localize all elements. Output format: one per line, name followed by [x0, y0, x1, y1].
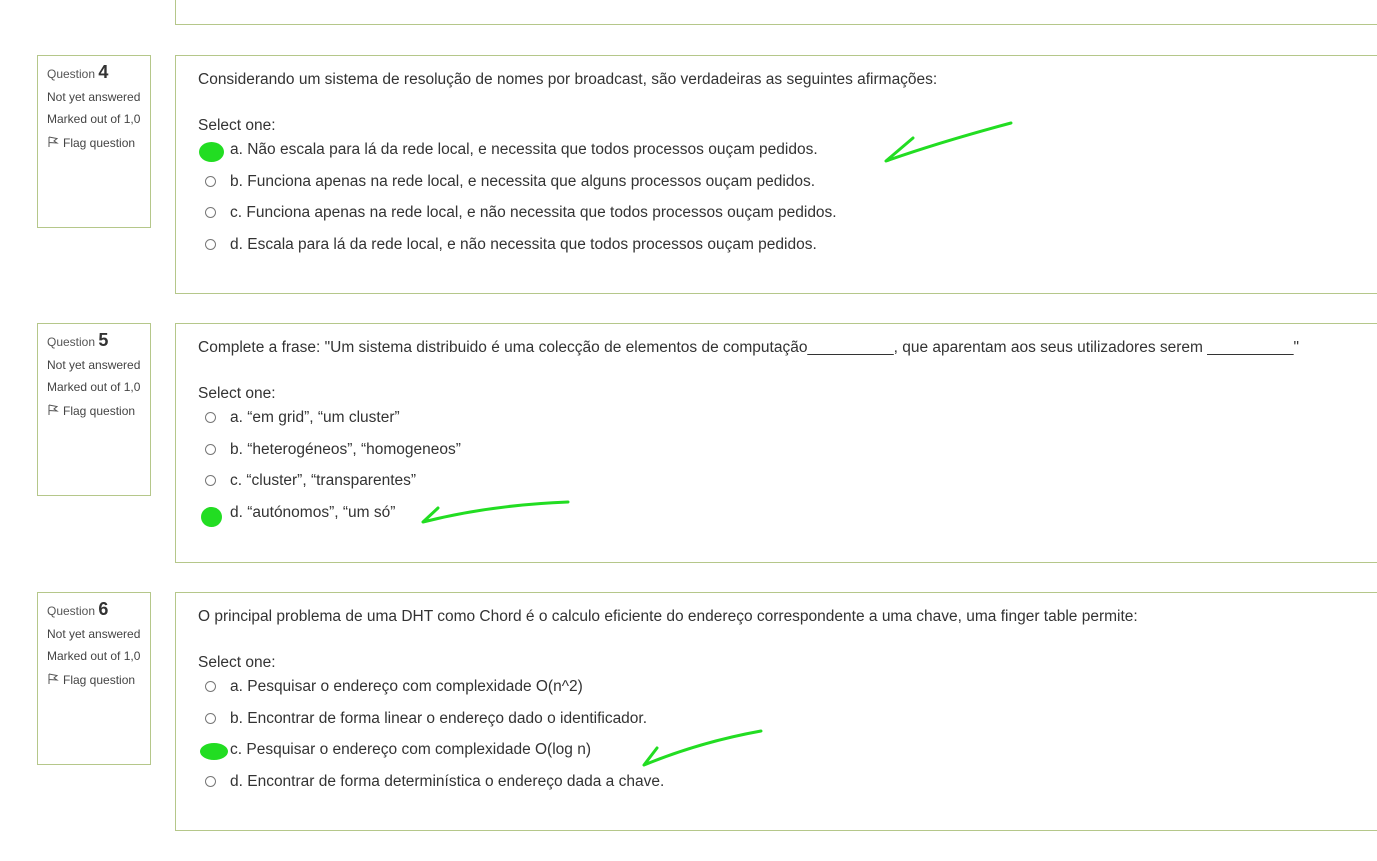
question-state: Not yet answered [47, 627, 141, 641]
answer-text: b. “heterogéneos”, “homogeneos” [230, 440, 461, 458]
answer-option-d[interactable]: d. Encontrar de forma determinística o e… [198, 768, 1377, 800]
question-grade: Marked out of 1,0 [47, 649, 141, 663]
answer-list: a. Não escala para lá da rede local, e n… [198, 136, 1377, 262]
question-content-6: O principal problema de uma DHT como Cho… [175, 592, 1377, 831]
radio-button[interactable] [205, 238, 216, 250]
question-number: 5 [98, 330, 109, 350]
question-text: Complete a frase: "Um sistema distribuid… [198, 339, 1299, 356]
answer-option-c[interactable]: c. Funciona apenas na rede local, e não … [198, 199, 1377, 231]
question-info-6: Question 6 Not yet answered Marked out o… [37, 592, 151, 765]
question-label: Question [47, 67, 96, 81]
question-state: Not yet answered [47, 358, 141, 372]
answer-text: c. Funciona apenas na rede local, e não … [230, 204, 837, 221]
question-text: Considerando um sistema de resolução de … [198, 71, 938, 88]
select-one-label: Select one: [198, 117, 276, 134]
flag-icon [48, 673, 59, 684]
answer-text: d. Encontrar de forma determinística o e… [230, 772, 665, 790]
flag-question-button[interactable]: Flag question [47, 671, 142, 689]
highlight-mark-q5-d [201, 507, 222, 527]
question-info-5: Question 5 Not yet answered Marked out o… [37, 323, 151, 496]
answer-text: b. Encontrar de forma linear o endereço … [230, 709, 648, 727]
question-number: 4 [98, 62, 109, 82]
answer-option-a[interactable]: a. Não escala para lá da rede local, e n… [198, 136, 1377, 168]
flag-question-label: Flag question [63, 136, 136, 150]
radio-button[interactable] [205, 681, 216, 692]
radio-button[interactable] [205, 475, 216, 486]
radio-button[interactable] [205, 207, 216, 218]
answer-list: a. Pesquisar o endereço com complexidade… [198, 673, 1377, 799]
question-content-4: Considerando um sistema de resolução de … [175, 55, 1377, 294]
question-info-4: Question 4 Not yet answered Marked out o… [37, 55, 151, 228]
answer-text: c. Pesquisar o endereço com complexidade… [230, 741, 591, 758]
answer-option-c[interactable]: c. Pesquisar o endereço com complexidade… [198, 736, 1377, 768]
highlight-mark-q6-c [200, 743, 228, 760]
answer-text: a. Não escala para lá da rede local, e n… [230, 141, 818, 158]
flag-icon [48, 136, 59, 147]
question-content-5: Complete a frase: "Um sistema distribuid… [175, 323, 1377, 563]
select-one-label: Select one: [198, 385, 276, 402]
answer-text: a. “em grid”, “um cluster” [230, 409, 400, 426]
question-label: Question [47, 335, 96, 349]
answer-text: a. Pesquisar o endereço com complexidade… [230, 678, 583, 695]
question-state: Not yet answered [47, 90, 141, 104]
question-grade: Marked out of 1,0 [47, 380, 141, 394]
radio-button[interactable] [205, 775, 216, 787]
answer-option-a[interactable]: a. “em grid”, “um cluster” [198, 404, 1377, 436]
answer-text: d. “autónomos”, “um só” [230, 503, 396, 521]
flag-question-label: Flag question [63, 673, 136, 687]
radio-button[interactable] [205, 175, 216, 187]
radio-button[interactable] [205, 412, 216, 423]
answer-option-d[interactable]: d. Escala para lá da rede local, e não n… [198, 231, 1377, 263]
answer-option-b[interactable]: b. “heterogéneos”, “homogeneos” [198, 436, 1377, 468]
question-number: 6 [98, 599, 109, 619]
select-one-label: Select one: [198, 654, 276, 671]
flag-question-button[interactable]: Flag question [47, 134, 142, 152]
answer-text: d. Escala para lá da rede local, e não n… [230, 235, 817, 253]
answer-option-a[interactable]: a. Pesquisar o endereço com complexidade… [198, 673, 1377, 705]
flag-question-label: Flag question [63, 404, 136, 418]
flag-question-button[interactable]: Flag question [47, 402, 142, 420]
answer-list: a. “em grid”, “um cluster” b. “heterogén… [198, 404, 1377, 530]
flag-icon [48, 404, 59, 415]
highlight-mark-q4-a [199, 142, 224, 162]
question-text: O principal problema de uma DHT como Cho… [198, 608, 1138, 625]
question-grade: Marked out of 1,0 [47, 112, 141, 126]
answer-option-c[interactable]: c. “cluster”, “transparentes” [198, 467, 1377, 499]
answer-text: c. “cluster”, “transparentes” [230, 472, 417, 489]
answer-option-d[interactable]: d. “autónomos”, “um só” [198, 499, 1377, 531]
previous-question-box [175, 0, 1377, 25]
answer-option-b[interactable]: b. Encontrar de forma linear o endereço … [198, 705, 1377, 737]
question-label: Question [47, 604, 96, 618]
answer-text: b. Funciona apenas na rede local, e nece… [230, 172, 816, 190]
radio-button[interactable] [205, 443, 216, 455]
answer-option-b[interactable]: b. Funciona apenas na rede local, e nece… [198, 168, 1377, 200]
radio-button[interactable] [205, 712, 216, 724]
